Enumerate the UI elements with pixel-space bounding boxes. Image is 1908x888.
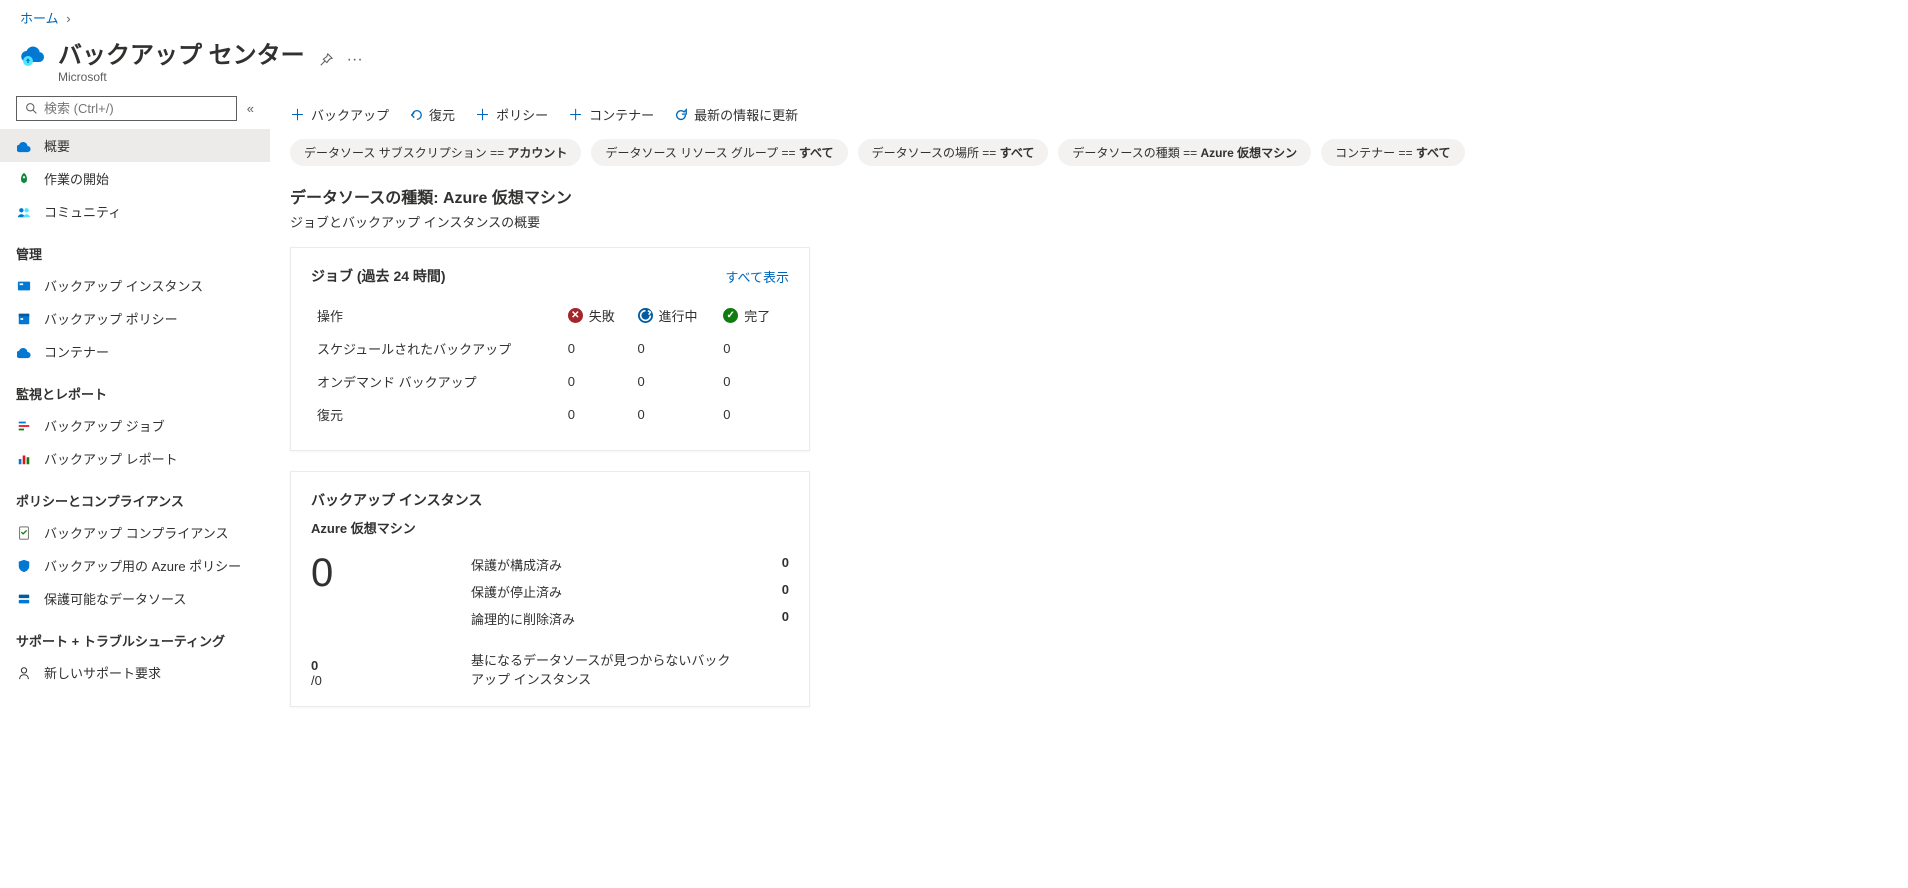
stat-row: 保護が構成済み0	[471, 551, 789, 578]
toolbar-refresh-button[interactable]: 最新の情報に更新	[674, 105, 798, 124]
page-subtitle: Microsoft	[58, 70, 305, 84]
table-row: 復元 0 0 0	[313, 399, 787, 430]
sidebar-item-backup-instances[interactable]: バックアップ インスタンス	[0, 269, 270, 302]
sidebar-item-label: バックアップ インスタンス	[44, 276, 203, 295]
azure-policy-icon	[16, 558, 32, 574]
instances-icon	[16, 278, 32, 294]
instances-fraction: 0 /0	[311, 658, 431, 688]
breadcrumb-home[interactable]: ホーム	[20, 11, 59, 26]
jobs-icon	[16, 418, 32, 434]
sidebar-section-monitoring: 監視とレポート	[0, 368, 270, 409]
pin-icon[interactable]	[319, 53, 333, 67]
page-title: バックアップ センター	[58, 35, 305, 70]
sidebar-item-label: コミュニティ	[44, 202, 121, 221]
filter-resource-group[interactable]: データソース リソース グループ == すべて	[591, 139, 847, 166]
instances-subtype: Azure 仮想マシン	[311, 518, 789, 537]
sidebar-item-backup-compliance[interactable]: バックアップ コンプライアンス	[0, 516, 270, 549]
filter-bar: データソース サブスクリプション == アカウント データソース リソース グル…	[270, 139, 1884, 184]
search-input-wrapper[interactable]	[16, 96, 237, 121]
filter-datasource-type[interactable]: データソースの種類 == Azure 仮想マシン	[1058, 139, 1311, 166]
toolbar-policy-button[interactable]: ＋ ポリシー	[475, 104, 548, 125]
inprogress-icon	[638, 308, 653, 323]
instances-card-title: バックアップ インスタンス	[311, 490, 789, 510]
stat-row: 保護が停止済み0	[471, 578, 789, 605]
toolbar: ＋ バックアップ 復元 ＋ ポリシー ＋ コンテナー 最新の情報に更新	[270, 96, 1884, 139]
sidebar-item-label: バックアップ コンプライアンス	[44, 523, 228, 542]
page-header: バックアップ センター Microsoft ···	[0, 31, 1908, 96]
policy-icon	[16, 311, 32, 327]
sidebar-item-backup-policies[interactable]: バックアップ ポリシー	[0, 302, 270, 335]
collapse-sidebar-icon[interactable]: «	[247, 101, 254, 116]
reports-icon	[16, 451, 32, 467]
main-content: ＋ バックアップ 復元 ＋ ポリシー ＋ コンテナー 最新の情報に更新 データソ…	[270, 96, 1908, 751]
breadcrumb: ホーム ›	[0, 0, 1908, 31]
sidebar: « 概要 作業の開始 コミュニティ 管理 バックアップ インスタンス バックアッ…	[0, 96, 270, 751]
table-row: オンデマンド バックアップ 0 0 0	[313, 366, 787, 397]
plus-icon: ＋	[290, 104, 305, 125]
sidebar-item-label: 概要	[44, 136, 70, 155]
sidebar-section-policy-compliance: ポリシーとコンプライアンス	[0, 475, 270, 516]
sidebar-item-getting-started[interactable]: 作業の開始	[0, 162, 270, 195]
jobs-col-completed: ✓完了	[719, 300, 787, 331]
vault-icon	[16, 344, 32, 360]
search-icon	[25, 102, 38, 115]
plus-icon: ＋	[475, 104, 490, 125]
jobs-table: 操作 ✕失敗 進行中 ✓完了 スケジュールされたバックアップ 0 0 0 オンデ…	[311, 298, 789, 432]
filter-location[interactable]: データソースの場所 == すべて	[858, 139, 1049, 166]
sidebar-item-label: 新しいサポート要求	[44, 663, 161, 682]
sidebar-item-label: バックアップ ポリシー	[44, 309, 178, 328]
sidebar-item-label: 保護可能なデータソース	[44, 589, 186, 608]
compliance-icon	[16, 525, 32, 541]
sidebar-item-overview[interactable]: 概要	[0, 129, 270, 162]
completed-icon: ✓	[723, 308, 738, 323]
toolbar-restore-button[interactable]: 復元	[409, 105, 455, 124]
filter-subscription[interactable]: データソース サブスクリプション == アカウント	[290, 139, 581, 166]
table-row: スケジュールされたバックアップ 0 0 0	[313, 333, 787, 364]
sidebar-item-label: 作業の開始	[44, 169, 109, 188]
sidebar-item-label: コンテナー	[44, 342, 109, 361]
jobs-col-failed: ✕失敗	[564, 300, 632, 331]
jobs-col-inprogress: 進行中	[634, 300, 718, 331]
toolbar-backup-button[interactable]: ＋ バックアップ	[290, 104, 389, 125]
datasource-icon	[16, 591, 32, 607]
instances-card: バックアップ インスタンス Azure 仮想マシン 0 保護が構成済み0 保護が…	[290, 471, 810, 707]
overview-icon	[16, 138, 32, 154]
sidebar-item-new-support-request[interactable]: 新しいサポート要求	[0, 656, 270, 689]
sidebar-item-azure-policy[interactable]: バックアップ用の Azure ポリシー	[0, 549, 270, 582]
sidebar-item-label: バックアップ用の Azure ポリシー	[44, 556, 241, 575]
backup-center-icon	[20, 41, 48, 69]
search-input[interactable]	[44, 101, 228, 116]
sidebar-item-protectable-datasources[interactable]: 保護可能なデータソース	[0, 582, 270, 615]
stat-row: 論理的に削除済み0	[471, 605, 789, 632]
overview-subheading: ジョブとバックアップ インスタンスの概要	[270, 212, 1884, 247]
support-icon	[16, 665, 32, 681]
sidebar-item-backup-reports[interactable]: バックアップ レポート	[0, 442, 270, 475]
instances-note: 基になるデータソースが見つからないバックアップ インスタンス	[471, 650, 731, 688]
toolbar-vault-button[interactable]: ＋ コンテナー	[568, 104, 654, 125]
jobs-view-all-link[interactable]: すべて表示	[725, 267, 789, 286]
more-icon[interactable]: ···	[347, 51, 363, 69]
sidebar-item-vaults[interactable]: コンテナー	[0, 335, 270, 368]
overview-heading: データソースの種類: Azure 仮想マシン	[270, 184, 1884, 212]
sidebar-item-label: バックアップ ジョブ	[44, 416, 165, 435]
failed-icon: ✕	[568, 308, 583, 323]
sidebar-item-community[interactable]: コミュニティ	[0, 195, 270, 228]
sidebar-item-backup-jobs[interactable]: バックアップ ジョブ	[0, 409, 270, 442]
plus-icon: ＋	[568, 104, 583, 125]
rocket-icon	[16, 171, 32, 187]
community-icon	[16, 204, 32, 220]
instances-total: 0	[311, 551, 431, 596]
refresh-icon	[674, 108, 688, 122]
chevron-right-icon: ›	[66, 11, 70, 26]
undo-icon	[409, 108, 423, 122]
jobs-card-title: ジョブ (過去 24 時間)	[311, 266, 446, 286]
sidebar-section-manage: 管理	[0, 228, 270, 269]
sidebar-section-support: サポート + トラブルシューティング	[0, 615, 270, 656]
jobs-col-operation: 操作	[313, 300, 562, 331]
jobs-card: ジョブ (過去 24 時間) すべて表示 操作 ✕失敗 進行中 ✓完了 スケジュ…	[290, 247, 810, 451]
filter-vault[interactable]: コンテナー == すべて	[1321, 139, 1464, 166]
sidebar-item-label: バックアップ レポート	[44, 449, 178, 468]
